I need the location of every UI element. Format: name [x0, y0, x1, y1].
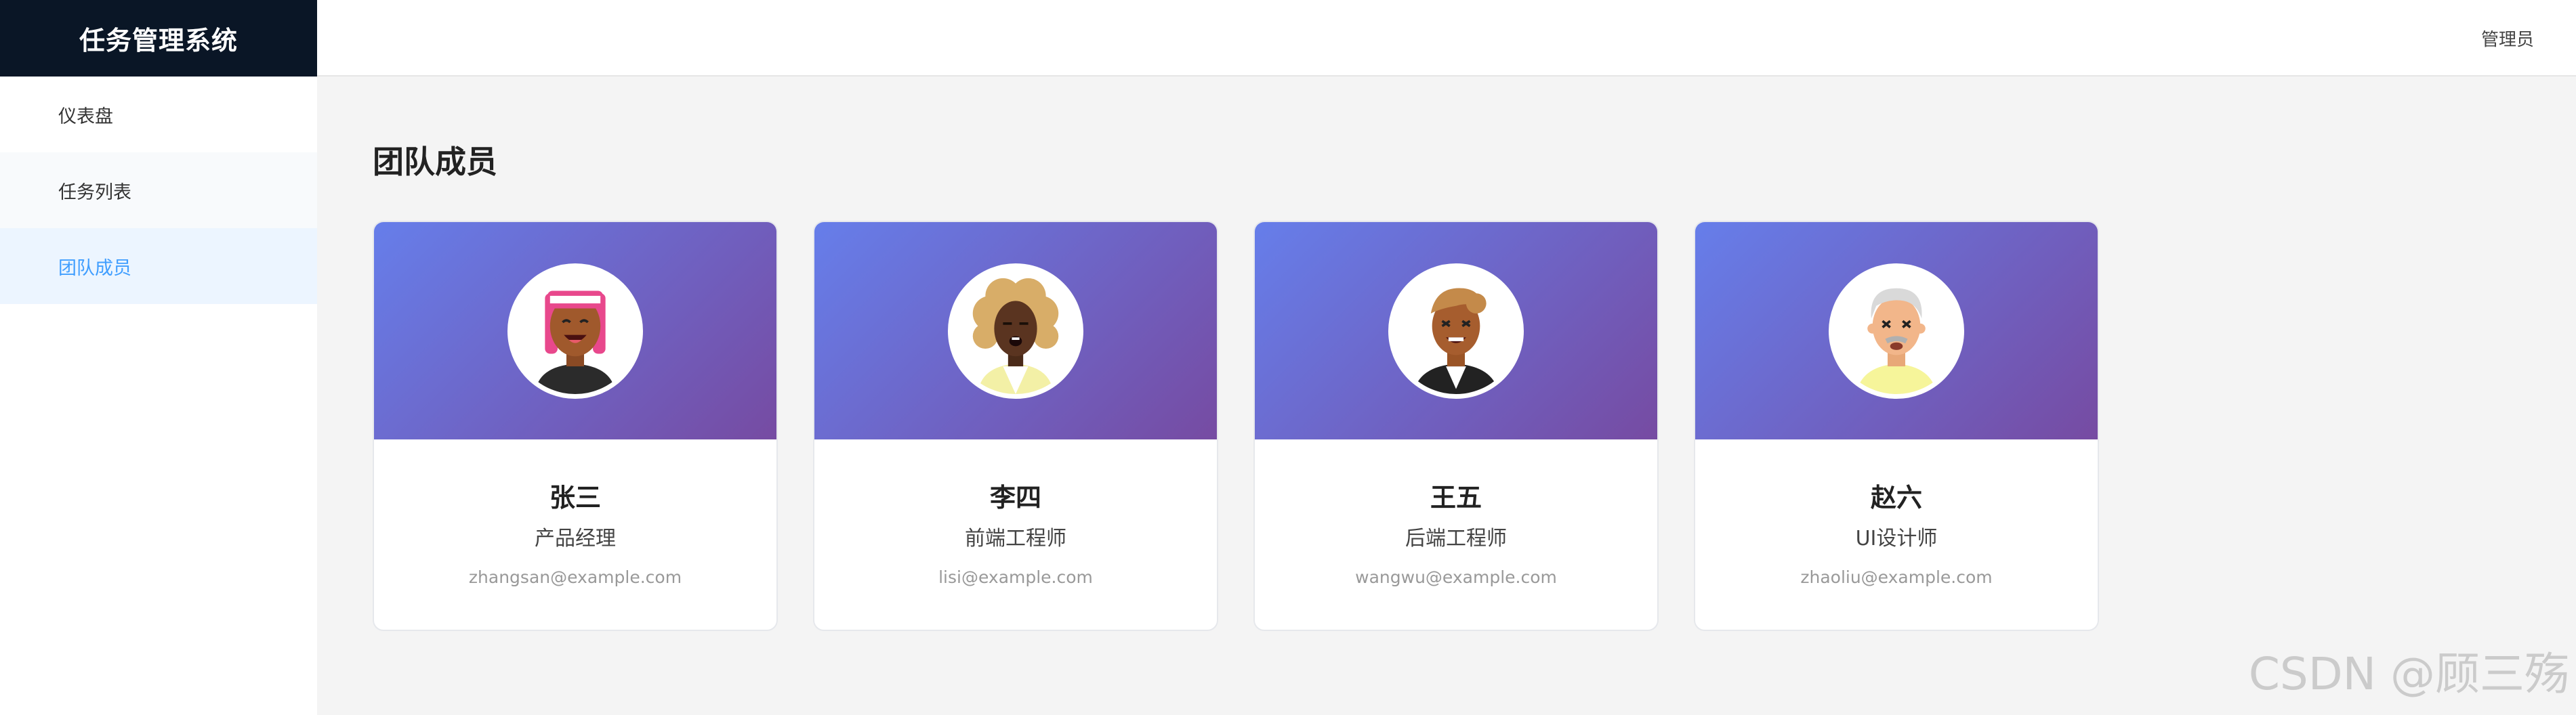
sidebar-item-label: 团队成员 — [58, 257, 131, 279]
card-banner — [374, 222, 776, 439]
sidebar-item-tasks[interactable]: 任务列表 — [0, 152, 317, 228]
sidebar-item-dashboard[interactable]: 仪表盘 — [0, 77, 317, 152]
sidebar-item-team[interactable]: 团队成员 — [0, 228, 317, 304]
member-role: 产品经理 — [535, 527, 616, 550]
card-banner — [814, 222, 1217, 439]
user-menu[interactable]: 管理员 — [2481, 0, 2534, 77]
app: 任务管理系统 仪表盘 任务列表 团队成员 管理员 团队成员 张三 产品经理 zh… — [0, 0, 2576, 715]
card-banner — [1695, 222, 2098, 439]
avatar-curly-hair-icon — [948, 263, 1083, 399]
avatar-suit-icon — [1388, 263, 1524, 399]
top-header: 管理员 — [317, 0, 2576, 77]
member-name: 王五 — [1430, 483, 1482, 513]
card-body: 李四 前端工程师 lisi@example.com — [814, 439, 1217, 587]
sidebar: 任务管理系统 仪表盘 任务列表 团队成员 — [0, 0, 317, 715]
sidebar-item-label: 任务列表 — [58, 181, 131, 203]
sidebar-item-label: 仪表盘 — [58, 106, 113, 127]
member-card[interactable]: 王五 后端工程师 wangwu@example.com — [1253, 221, 1659, 631]
card-body: 王五 后端工程师 wangwu@example.com — [1255, 439, 1657, 587]
card-body: 赵六 UI设计师 zhaoliu@example.com — [1695, 439, 2098, 587]
avatar-grey-hair-icon — [1829, 263, 1964, 399]
app-title: 任务管理系统 — [0, 0, 317, 77]
member-email[interactable]: lisi@example.com — [814, 567, 1217, 587]
member-email[interactable]: zhaoliu@example.com — [1695, 567, 2098, 587]
member-card[interactable]: 赵六 UI设计师 zhaoliu@example.com — [1694, 221, 2099, 631]
avatar-pink-headband-icon — [507, 263, 643, 399]
card-banner — [1255, 222, 1657, 439]
member-name: 赵六 — [1870, 483, 1922, 513]
main-content: 团队成员 张三 产品经理 zhangsan@example.com 李四 前端工… — [317, 77, 2576, 715]
member-name: 张三 — [549, 483, 601, 513]
member-role: UI设计师 — [1855, 527, 1938, 550]
member-role: 后端工程师 — [1405, 527, 1507, 550]
card-body: 张三 产品经理 zhangsan@example.com — [374, 439, 776, 587]
member-name: 李四 — [989, 483, 1041, 513]
member-card-list: 张三 产品经理 zhangsan@example.com 李四 前端工程师 li… — [373, 221, 2099, 631]
member-card[interactable]: 张三 产品经理 zhangsan@example.com — [373, 221, 778, 631]
member-card[interactable]: 李四 前端工程师 lisi@example.com — [813, 221, 1218, 631]
member-email[interactable]: zhangsan@example.com — [374, 567, 776, 587]
member-email[interactable]: wangwu@example.com — [1255, 567, 1657, 587]
page-title: 团队成员 — [373, 144, 497, 180]
member-role: 前端工程师 — [965, 527, 1066, 550]
watermark: CSDN @顾三殇 — [2248, 648, 2569, 700]
